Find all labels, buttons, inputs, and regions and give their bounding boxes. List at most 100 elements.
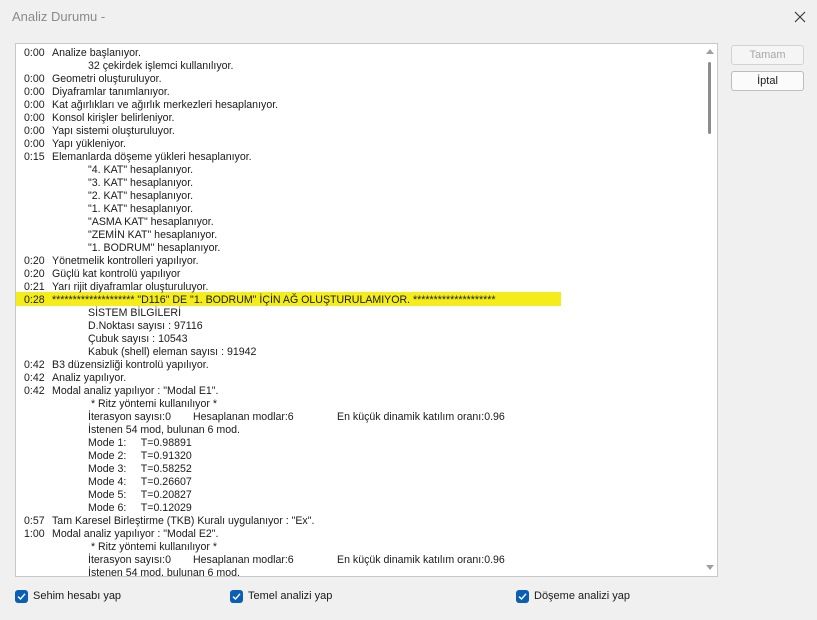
log-line: D.Noktası sayısı : 97116: [24, 320, 203, 333]
window-title: Analiz Durumu -: [12, 9, 106, 24]
log-line: Mode 4: T=0.26607: [24, 476, 192, 489]
log-modes-computed: Hesaplanan modlar:6: [193, 411, 294, 423]
log-message: "ZEMİN KAT" hesaplanıyor.: [88, 229, 218, 241]
log-scrollbar[interactable]: [702, 44, 717, 576]
log-line: 0:00 Analize başlanıyor.: [24, 47, 141, 60]
log-timestamp: 0:20: [24, 268, 45, 280]
log-message: "ASMA KAT" hesaplanıyor.: [88, 216, 214, 228]
log-line: "ZEMİN KAT" hesaplanıyor.: [24, 229, 217, 242]
log-message: Mode 4: T=0.26607: [88, 476, 192, 488]
log-message: İterasyon sayısı:0: [88, 411, 172, 423]
log-line: Mode 5: T=0.20827: [24, 489, 192, 502]
log-message: Kabuk (shell) eleman sayısı : 91942: [88, 346, 257, 358]
log-line: Kabuk (shell) eleman sayısı : 91942: [24, 346, 256, 359]
log-timestamp: 0:42: [24, 385, 45, 397]
log-line: 1:00 Modal analiz yapılıyor : "Modal E2".: [24, 528, 219, 541]
log-message: B3 düzensizliği kontrolü yapılıyor.: [52, 359, 209, 371]
log-message: Elemanlarda döşeme yükleri hesaplanıyor.: [52, 151, 252, 163]
log-timestamp: 0:15: [24, 151, 45, 163]
log-timestamp: 0:00: [24, 99, 45, 111]
log-message: İstenen 54 mod, bulunan 6 mod.: [88, 424, 240, 436]
log-message: Kat ağırlıkları ve ağırlık merkezleri he…: [52, 99, 279, 111]
log-line: 0:00 Yapı sistemi oluşturuluyor.: [24, 125, 175, 138]
log-timestamp: 0:21: [24, 281, 45, 293]
log-line: 0:00 Kat ağırlıkları ve ağırlık merkezler…: [24, 99, 278, 112]
log-line: 0:20 Güçlü kat kontrolü yapılıyor: [24, 268, 180, 281]
log-message: Geometri oluşturuluyor.: [52, 73, 162, 85]
log-message: "2. KAT" hesaplanıyor.: [88, 190, 194, 202]
log-message: 32 çekirdek işlemci kullanılıyor.: [88, 60, 234, 72]
log-timestamp: 0:00: [24, 73, 45, 85]
log-message: Analiz yapılıyor.: [52, 372, 127, 384]
log-message: Diyaframlar tanımlanıyor.: [52, 86, 170, 98]
log-line: "1. BODRUM" hesaplanıyor.: [24, 242, 220, 255]
foundation-analysis-checkbox[interactable]: Temel analizi yap: [230, 589, 332, 603]
log-line: Mode 1: T=0.98891: [24, 437, 192, 450]
log-line: İstenen 54 mod, bulunan 6 mod.: [24, 424, 240, 437]
log-message: * Ritz yöntemi kullanılıyor *: [88, 398, 217, 410]
log-message: * Ritz yöntemi kullanılıyor *: [88, 541, 217, 553]
log-text-area: 0:00 Analize başlanıyor. 32 çekirdek işlem…: [16, 44, 702, 576]
log-message: Yapı sistemi oluşturuluyor.: [52, 125, 175, 137]
log-message: Yapı yükleniyor.: [52, 138, 127, 150]
log-message: "3. KAT" hesaplanıyor.: [88, 177, 194, 189]
log-message: Güçlü kat kontrolü yapılıyor: [52, 268, 181, 280]
log-message: "4. KAT" hesaplanıyor.: [88, 164, 194, 176]
title-bar: Analiz Durumu -: [0, 0, 817, 34]
log-message: Analize başlanıyor.: [52, 47, 141, 59]
log-line: İterasyon sayısı:0 Hesaplanan modlar:6 En …: [24, 554, 505, 567]
log-message: "1. BODRUM" hesaplanıyor.: [88, 242, 221, 254]
log-message: Yarı rijit diyaframlar oluşturuluyor.: [52, 281, 209, 293]
checkbox-label: Temel analizi yap: [248, 590, 333, 602]
log-line: 0:28 ******************** "D116" DE "1. B…: [24, 294, 495, 307]
log-timestamp: 0:00: [24, 112, 45, 124]
log-timestamp: 1:00: [24, 528, 45, 540]
log-line: * Ritz yöntemi kullanılıyor *: [24, 541, 217, 554]
checkbox-checked-icon: [230, 589, 243, 603]
log-message: Mode 6: T=0.12029: [88, 502, 192, 514]
cancel-button[interactable]: İptal: [731, 71, 804, 91]
log-message: SİSTEM BİLGİLERİ: [88, 307, 182, 319]
log-message: Mode 2: T=0.91320: [88, 450, 192, 462]
log-timestamp: 0:42: [24, 372, 45, 384]
log-line: 0:42 B3 düzensizliği kontrolü yapılıyor.: [24, 359, 209, 372]
analysis-status-dialog: Analiz Durumu - 0:00 Analize başlanıyor. 3…: [0, 0, 817, 620]
log-line: "4. KAT" hesaplanıyor.: [24, 164, 193, 177]
log-line: * Ritz yöntemi kullanılıyor *: [24, 398, 217, 411]
log-timestamp: 0:00: [24, 86, 45, 98]
log-message: ******************** "D116" DE "1. BODRU…: [52, 294, 496, 306]
log-participation-ratio: En küçük dinamik katılım oranı:0.96: [337, 411, 505, 423]
scroll-up-arrow-icon[interactable]: [706, 49, 714, 54]
checkbox-label: Döşeme analizi yap: [534, 590, 630, 602]
close-icon: [794, 11, 806, 23]
slab-analysis-checkbox[interactable]: Döşeme analizi yap: [516, 589, 630, 603]
log-timestamp: 0:00: [24, 125, 45, 137]
log-line: 32 çekirdek işlemci kullanılıyor.: [24, 60, 233, 73]
log-line: 0:00 Konsol kirişler belirleniyor.: [24, 112, 174, 125]
scroll-thumb[interactable]: [708, 62, 711, 134]
log-message: Konsol kirişler belirleniyor.: [52, 112, 175, 124]
log-line: 0:00 Yapı yükleniyor.: [24, 138, 126, 151]
log-line: Mode 3: T=0.58252: [24, 463, 192, 476]
ok-button[interactable]: Tamam: [731, 45, 804, 65]
log-line: 0:00 Diyaframlar tanımlanıyor.: [24, 86, 170, 99]
log-timestamp: 0:20: [24, 255, 45, 267]
scroll-down-arrow-icon[interactable]: [706, 565, 714, 570]
close-button[interactable]: [789, 6, 811, 28]
deflection-calculation-checkbox[interactable]: Sehim hesabı yap: [15, 589, 121, 603]
log-message: Yönetmelik kontrolleri yapılıyor.: [52, 255, 199, 267]
log-line: 0:15 Elemanlarda döşeme yükleri hesaplanı…: [24, 151, 252, 164]
log-message: Modal analiz yapılıyor : "Modal E1".: [52, 385, 219, 397]
log-timestamp: 0:00: [24, 47, 45, 59]
log-message: Çubuk sayısı : 10543: [88, 333, 188, 345]
log-line: "2. KAT" hesaplanıyor.: [24, 190, 193, 203]
log-line: Çubuk sayısı : 10543: [24, 333, 188, 346]
log-line: "ASMA KAT" hesaplanıyor.: [24, 216, 214, 229]
log-message: İterasyon sayısı:0: [88, 554, 172, 566]
log-line: Mode 2: T=0.91320: [24, 450, 192, 463]
log-message: Tam Karesel Birleştirme (TKB) Kuralı uyg…: [52, 515, 315, 527]
log-timestamp: 0:28: [24, 294, 45, 306]
log-line: 0:42 Modal analiz yapılıyor : "Modal E1".: [24, 385, 219, 398]
log-line: 0:57 Tam Karesel Birleştirme (TKB) Kuralı…: [24, 515, 314, 528]
log-line: 0:00 Geometri oluşturuluyor.: [24, 73, 162, 86]
